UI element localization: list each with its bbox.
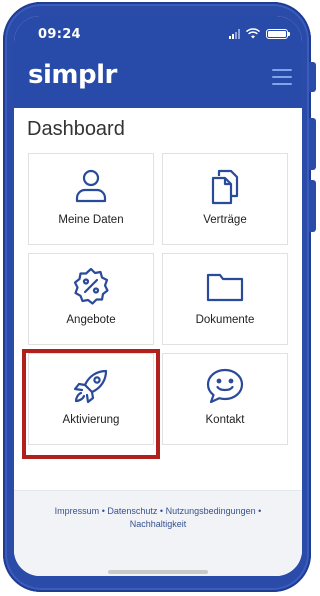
wifi-icon <box>246 28 260 39</box>
status-time: 09:24 <box>38 27 81 42</box>
phone-volume-up-button <box>309 118 316 170</box>
status-icons <box>229 28 290 39</box>
hamburger-menu-icon[interactable] <box>272 69 292 85</box>
tile-dokumente[interactable]: Dokumente <box>162 253 288 345</box>
footer-link-impressum[interactable]: Impressum <box>55 506 100 516</box>
phone-side-button <box>309 62 316 92</box>
user-icon <box>29 166 153 206</box>
tile-kontakt[interactable]: Kontakt <box>162 353 288 445</box>
dashboard-content: Dashboard Meine Daten Verträge Angebote … <box>14 108 302 576</box>
percent-badge-icon <box>29 266 153 306</box>
brand-logo[interactable]: simplr <box>28 60 117 90</box>
tile-aktivierung[interactable]: Aktivierung <box>28 353 154 445</box>
tile-label: Kontakt <box>205 414 245 426</box>
footer-links: Impressum • Datenschutz • Nutzungsbeding… <box>24 505 292 531</box>
rocket-icon <box>29 366 153 406</box>
phone-screen: 09:24 simplr Dashboard Meine Daten Vertr… <box>14 16 302 576</box>
folder-icon <box>163 266 287 306</box>
footer: Impressum • Datenschutz • Nutzungsbeding… <box>14 490 302 576</box>
battery-icon <box>266 28 290 39</box>
tile-label: Verträge <box>203 214 247 226</box>
tile-label: Meine Daten <box>58 214 124 226</box>
footer-separator: • <box>159 506 164 516</box>
tile-vertraege[interactable]: Verträge <box>162 153 288 245</box>
footer-separator: • <box>258 506 262 516</box>
phone-volume-down-button <box>309 180 316 232</box>
tile-meine-daten[interactable]: Meine Daten <box>28 153 154 245</box>
cellular-signal-icon <box>229 28 240 39</box>
page-title: Dashboard <box>27 118 125 140</box>
tile-label: Angebote <box>66 314 116 326</box>
status-bar: 09:24 <box>14 16 302 50</box>
footer-link-datenschutz[interactable]: Datenschutz <box>107 506 157 516</box>
footer-link-nutzungsbedingungen[interactable]: Nutzungsbedingungen <box>166 506 256 516</box>
footer-link-nachhaltigkeit[interactable]: Nachhaltigkeit <box>130 519 187 529</box>
app-header: simplr <box>14 50 302 108</box>
home-indicator <box>108 570 208 574</box>
footer-separator: • <box>101 506 105 516</box>
tile-label: Dokumente <box>195 314 255 326</box>
chat-smile-icon <box>163 366 287 406</box>
tile-angebote[interactable]: Angebote <box>28 253 154 345</box>
documents-copy-icon <box>163 166 287 206</box>
tile-label: Aktivierung <box>62 414 120 426</box>
